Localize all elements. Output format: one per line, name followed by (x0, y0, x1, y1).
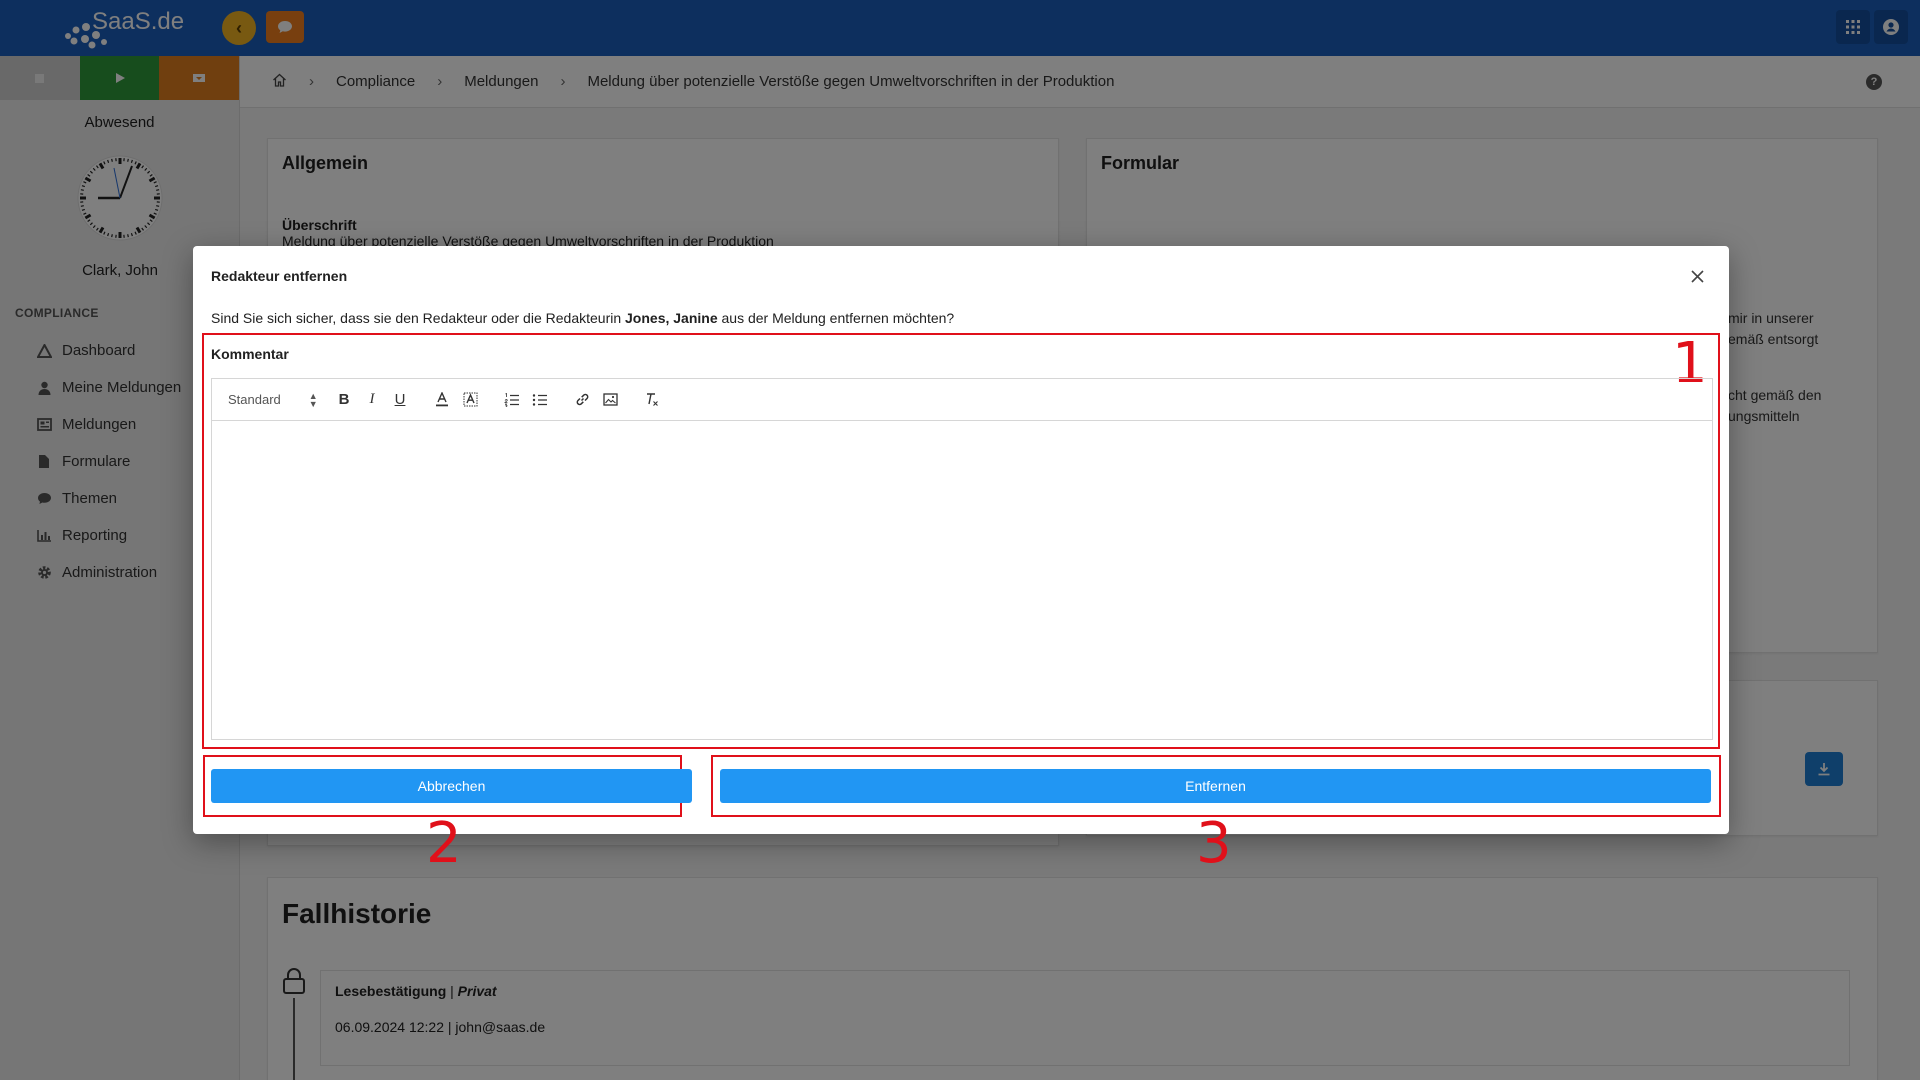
remove-editor-dialog: Redakteur entfernen Sind Sie sich sicher… (193, 246, 1729, 872)
comment-editor: Standard ▲ ▼ B I U (211, 378, 1713, 740)
image-button[interactable] (596, 388, 624, 412)
clear-format-icon (647, 393, 658, 406)
comment-textarea[interactable] (212, 421, 1712, 740)
ordered-list-button[interactable] (498, 388, 526, 412)
close-icon (1690, 269, 1704, 283)
comment-label: Kommentar (211, 346, 289, 362)
italic-button[interactable]: I (358, 388, 386, 412)
bold-button[interactable]: B (330, 388, 358, 412)
annotation-label-2: 2 (426, 811, 462, 876)
bullet-list-button[interactable] (526, 388, 554, 412)
confirmation-text: Sind Sie sich sicher, dass sie den Redak… (211, 310, 955, 326)
editor-name: Jones, Janine (625, 310, 718, 326)
close-button[interactable] (1687, 266, 1707, 286)
remove-button[interactable]: Entfernen (720, 769, 1711, 803)
highlight-icon (463, 392, 477, 407)
link-icon (576, 393, 588, 406)
text-color-button[interactable] (428, 388, 456, 412)
editor-toolbar: Standard ▲ ▼ B I U (212, 379, 1712, 421)
dialog-title: Redakteur entfernen (211, 268, 348, 284)
bullet-list-icon (532, 393, 547, 406)
link-button[interactable] (568, 388, 596, 412)
text-color-icon (436, 392, 448, 407)
annotation-label-3: 3 (1196, 811, 1232, 876)
image-icon (602, 393, 618, 406)
cancel-button[interactable]: Abbrechen (211, 769, 692, 803)
text-style-select[interactable]: Standard ▲ ▼ (228, 390, 318, 409)
ordered-list-icon (504, 392, 519, 407)
background-color-button[interactable] (456, 388, 484, 412)
clear-formatting-button[interactable] (638, 388, 666, 412)
sort-arrows-icon: ▲ ▼ (308, 390, 318, 409)
underline-button[interactable]: U (386, 388, 414, 412)
